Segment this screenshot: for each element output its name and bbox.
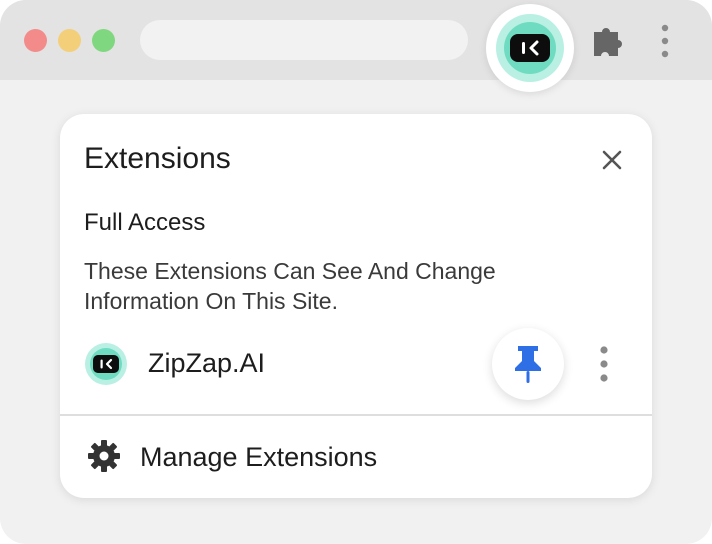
manage-extensions-button[interactable]: Manage Extensions [60,420,652,492]
more-vert-icon[interactable] [652,22,678,60]
full-access-heading: Full Access [84,209,206,236]
extension-name: ZipZap.AI [148,348,266,378]
close-icon[interactable] [596,144,628,176]
extension-more-icon[interactable] [590,344,618,384]
puzzle-icon[interactable] [588,22,632,58]
extensions-popup: Extensions Full Access These Extensions … [60,114,652,498]
minimize-window-button[interactable] [58,29,81,52]
browser-titlebar [0,0,712,92]
popup-title: Extensions [84,142,231,175]
zipzap-logo-icon [85,343,127,385]
browser-window: Extensions Full Access These Extensions … [0,0,712,544]
zipzap-toolbar-button[interactable] [486,4,574,92]
maximize-window-button[interactable] [92,29,115,52]
pin-button[interactable] [492,328,564,400]
pin-icon [515,346,541,383]
extension-row-zipzap[interactable]: ZipZap.AI [60,328,652,400]
zipzap-extension-icon [496,14,564,82]
full-access-description: These Extensions Can See And Change Info… [84,258,496,314]
gear-icon [88,440,120,472]
divider [60,414,652,416]
manage-extensions-label: Manage Extensions [140,442,378,472]
close-window-button[interactable] [24,29,47,52]
address-bar[interactable] [140,20,468,60]
